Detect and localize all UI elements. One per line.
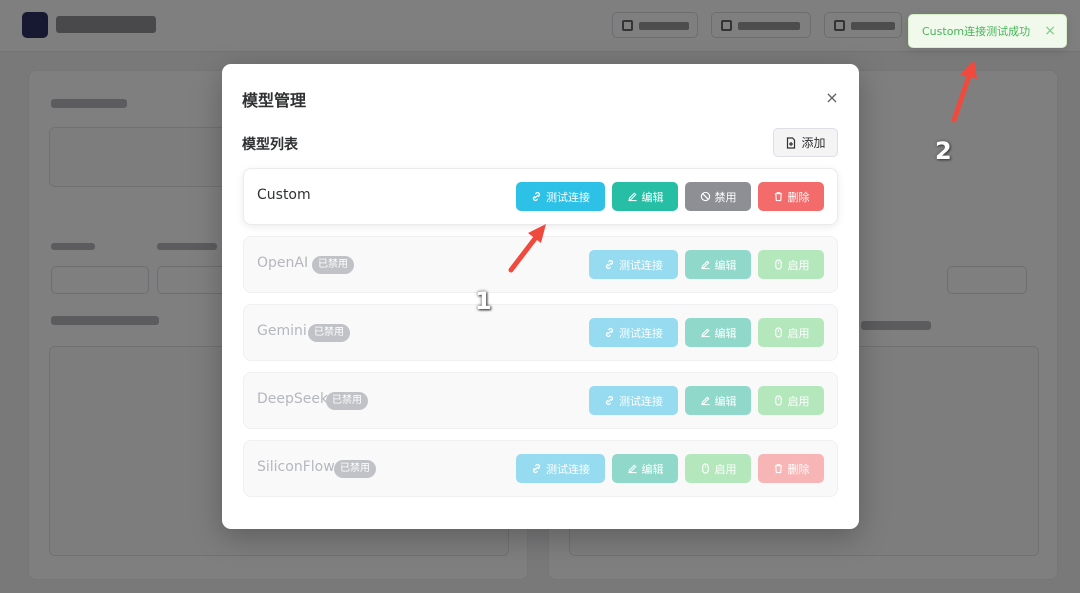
file-add-icon (787, 136, 796, 149)
edit-icon (700, 328, 710, 338)
row-actions: 测试连接 编辑 禁用 删除 (516, 182, 824, 211)
row-actions: 测试连接 编辑 启用 (589, 250, 824, 279)
enable-button[interactable]: 启用 (758, 386, 824, 415)
edit-icon (700, 396, 710, 406)
disable-button-label: 禁用 (714, 190, 737, 204)
enable-button[interactable]: 启用 (758, 318, 824, 347)
link-icon (605, 395, 614, 406)
test-connection-button[interactable]: 测试连接 (589, 250, 678, 279)
model-row-siliconflow: SiliconFlow 已禁用 测试连接 编辑 启用 删除 (243, 440, 838, 497)
annotation-number-2: 2 (935, 137, 952, 165)
model-name: SiliconFlow (257, 459, 335, 475)
mouse-icon (774, 259, 782, 270)
delete-button-label: 删除 (787, 190, 810, 204)
enable-button-label: 启用 (787, 258, 810, 272)
link-icon (605, 327, 614, 338)
edit-icon (627, 192, 637, 202)
edit-button-label: 编辑 (641, 462, 664, 476)
row-actions: 测试连接 编辑 启用 (589, 318, 824, 347)
edit-button[interactable]: 编辑 (612, 182, 678, 211)
add-model-button[interactable]: 添加 (773, 128, 838, 157)
enable-button-label: 启用 (714, 462, 737, 476)
enable-button-label: 启用 (787, 326, 810, 340)
edit-button[interactable]: 编辑 (612, 454, 678, 483)
row-actions: 测试连接 编辑 启用 (589, 386, 824, 415)
test-connection-button[interactable]: 测试连接 (516, 454, 605, 483)
disabled-badge: 已禁用 (326, 392, 368, 410)
test-connection-button-label: 测试连接 (619, 258, 663, 272)
edit-button-label: 编辑 (714, 326, 737, 340)
link-icon (532, 191, 541, 202)
section-title: 模型列表 (242, 137, 298, 153)
enable-button-label: 启用 (787, 394, 810, 408)
disabled-badge: 已禁用 (312, 256, 354, 274)
edit-button[interactable]: 编辑 (685, 318, 751, 347)
row-actions: 测试连接 编辑 启用 删除 (516, 454, 824, 483)
mouse-icon (774, 327, 782, 338)
edit-button[interactable]: 编辑 (685, 386, 751, 415)
test-connection-button-label: 测试连接 (619, 326, 663, 340)
toast-close-icon[interactable]: × (1044, 23, 1056, 39)
close-icon[interactable]: × (820, 86, 844, 110)
model-row-deepseek: DeepSeek 已禁用 测试连接 编辑 启用 (243, 372, 838, 429)
model-row-custom: Custom 测试连接 编辑 禁用 删除 (243, 168, 838, 225)
model-management-dialog: 模型管理 × 模型列表 添加 Custom 测试连接 编辑 禁用 删除 OpenAI 已禁用… (222, 64, 859, 529)
mouse-icon (774, 395, 782, 406)
test-connection-button[interactable]: 测试连接 (516, 182, 605, 211)
delete-button-label: 删除 (787, 462, 810, 476)
ban-icon (700, 191, 710, 202)
annotation-number-1: 1 (475, 287, 492, 315)
dialog-title: 模型管理 (242, 91, 307, 110)
enable-button[interactable]: 启用 (758, 250, 824, 279)
disable-button[interactable]: 禁用 (685, 182, 751, 211)
test-connection-button-label: 测试连接 (546, 462, 590, 476)
model-name: DeepSeek (257, 391, 329, 407)
delete-button[interactable]: 删除 (758, 454, 824, 483)
disabled-badge: 已禁用 (308, 324, 350, 342)
edit-icon (700, 260, 710, 270)
delete-button[interactable]: 删除 (758, 182, 824, 211)
toast-message: Custom连接测试成功 (922, 25, 1031, 38)
trash-icon (774, 464, 782, 474)
model-row-gemini: Gemini 已禁用 测试连接 编辑 启用 (243, 304, 838, 361)
edit-button-label: 编辑 (714, 394, 737, 408)
disabled-badge: 已禁用 (334, 460, 376, 478)
edit-button-label: 编辑 (714, 258, 737, 272)
link-icon (605, 259, 614, 270)
test-connection-button[interactable]: 测试连接 (589, 318, 678, 347)
test-connection-button-label: 测试连接 (619, 394, 663, 408)
edit-button-label: 编辑 (641, 190, 664, 204)
test-connection-button[interactable]: 测试连接 (589, 386, 678, 415)
model-row-openai: OpenAI 已禁用 测试连接 编辑 启用 (243, 236, 838, 293)
link-icon (532, 463, 541, 474)
add-model-label: 添加 (801, 136, 826, 150)
enable-button[interactable]: 启用 (685, 454, 751, 483)
mouse-icon (701, 463, 709, 474)
success-toast: Custom连接测试成功 × (908, 14, 1067, 48)
test-connection-button-label: 测试连接 (546, 190, 590, 204)
edit-icon (627, 464, 637, 474)
edit-button[interactable]: 编辑 (685, 250, 751, 279)
model-name: OpenAI (257, 255, 309, 271)
model-name: Custom (257, 187, 311, 203)
trash-icon (774, 192, 782, 202)
model-name: Gemini (257, 323, 307, 339)
